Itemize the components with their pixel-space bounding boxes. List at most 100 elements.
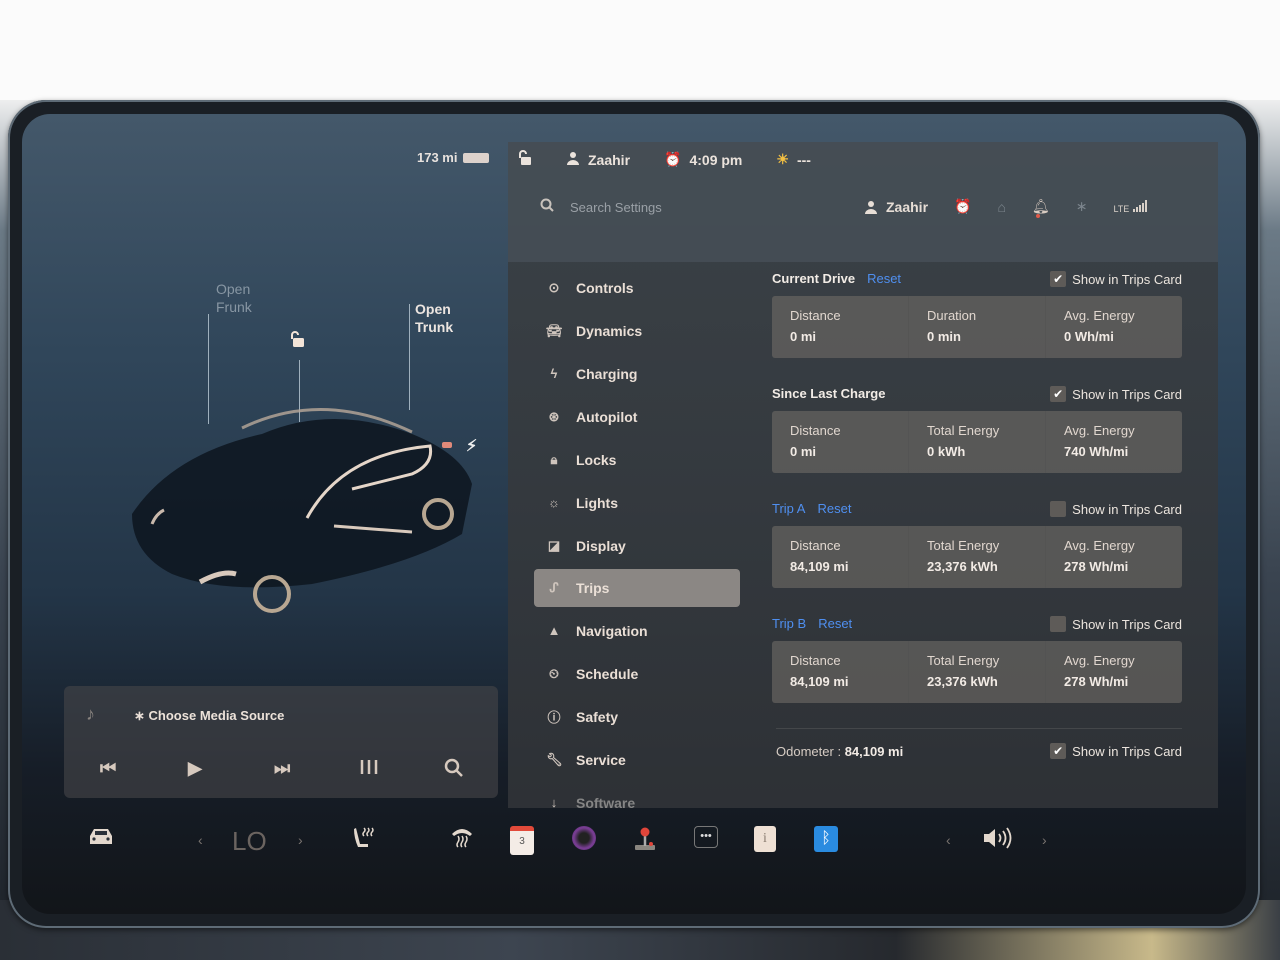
notification-bell-icon[interactable]: 🔔︎ [1032, 198, 1050, 218]
volume-decrease-arrow[interactable]: ‹ [946, 832, 951, 848]
defrost-icon [452, 829, 472, 848]
alarm-clock-icon[interactable]: ⏰ [954, 198, 971, 215]
menu-item-dynamics[interactable]: 🚘︎ Dynamics [534, 309, 740, 352]
profile-icon [865, 200, 877, 214]
frunk-label-line2: Frunk [216, 299, 252, 315]
charge-port-indicator [442, 442, 452, 448]
temp-increase-arrow[interactable]: › [298, 832, 303, 848]
odometer-value: 84,109 mi [844, 743, 904, 759]
reset-current-drive-button[interactable]: Reset [867, 271, 901, 286]
stat-distance: Distance 84,109 mi [772, 526, 908, 588]
climate-temperature[interactable]: LO [232, 826, 267, 857]
stats-card: Distance 0 mi Total Energy 0 kWh Avg. Ener… [772, 411, 1182, 473]
trips-content: Current Drive Reset ✔ Show in Trips Card D… [772, 266, 1182, 759]
open-frunk-button[interactable]: Open Frunk [216, 280, 252, 316]
menu-item-charging[interactable]: ϟ Charging [534, 352, 740, 395]
reset-trip-b-button[interactable]: Reset [818, 616, 852, 631]
calendar-icon: 3 [510, 826, 534, 855]
menu-item-safety[interactable]: ⓘ Safety [534, 695, 740, 738]
stat-value: 278 Wh/mi [1064, 559, 1129, 574]
stat-distance: Distance 0 mi [772, 411, 908, 473]
camera-app-button[interactable] [572, 826, 596, 850]
outside-temperature: --- [796, 151, 811, 168]
driver-profile-button[interactable]: Zaahir [864, 199, 928, 215]
arcade-app-button[interactable] [634, 826, 656, 858]
car-unlock-icon[interactable] [288, 330, 306, 348]
range-indicator: 173 mi [417, 150, 490, 165]
seat-heater-icon [354, 827, 374, 847]
bluetooth-app-button[interactable]: ᛒ [814, 826, 838, 852]
play-button[interactable]: ▶ [188, 758, 202, 779]
profile-name: Zaahir [886, 198, 929, 215]
menu-label: Locks [576, 451, 617, 468]
navigation-icon: ▲ [547, 623, 561, 638]
settings-header-icons: Zaahir ⏰ ⌂ 🔔︎ ∗ LTE [864, 198, 1148, 218]
search-icon [540, 198, 554, 216]
stats-card: Distance 0 mi Duration 0 min Avg. Energy 0 … [772, 296, 1182, 358]
calendar-app-button[interactable]: 3 [510, 826, 534, 855]
next-track-button[interactable]: ⏭ [274, 758, 290, 779]
menu-item-lights[interactable]: ☼ Lights [534, 481, 740, 524]
stat-distance: Distance 0 mi [772, 296, 908, 358]
show-in-trips-card-checkbox[interactable]: Show in Trips Card [1050, 501, 1182, 517]
profile-name[interactable]: Zaahir [588, 152, 630, 168]
bluetooth-icon[interactable]: ∗ [1076, 198, 1088, 215]
equalizer-button[interactable] [358, 758, 380, 781]
manual-info-icon: i [754, 826, 776, 852]
empty-checkbox [1050, 616, 1067, 632]
door-unlock-icon[interactable] [518, 150, 532, 169]
show-in-trips-card-checkbox[interactable]: ✔ Show in Trips Card [1050, 386, 1182, 402]
odometer-separator: : [837, 743, 842, 759]
trip-a-section: Trip A Reset Show in Trips Card Distance 8… [772, 496, 1182, 611]
rear-defrost-button[interactable] [450, 826, 474, 854]
trips-icon: ᔑ [549, 580, 559, 595]
menu-label: Schedule [576, 665, 639, 682]
charging-bolt-icon: ⚡︎ [466, 438, 478, 455]
more-apps-button[interactable]: ••• [694, 826, 718, 848]
stat-label: Distance [790, 423, 841, 438]
reset-trip-a-button[interactable]: Reset [817, 501, 851, 516]
menu-item-navigation[interactable]: ▲ Navigation [534, 609, 740, 652]
camera-icon [572, 826, 596, 850]
menu-item-controls[interactable]: ⊙ Controls [534, 266, 740, 309]
menu-label: Trips [576, 580, 610, 596]
settings-menu: ⊙ Controls 🚘︎ Dynamics ϟ Charging ⊛ Autopilo… [534, 266, 740, 824]
show-in-trips-card-checkbox[interactable]: ✔ Show in Trips Card [1050, 271, 1182, 287]
menu-item-schedule[interactable]: ⏲ Schedule [534, 652, 740, 695]
menu-item-display[interactable]: ◪ Display [534, 524, 740, 567]
display-icon: ◪ [547, 537, 561, 553]
stat-total-energy: Total Energy 23,376 kWh [908, 526, 1045, 588]
media-search-button[interactable] [444, 758, 464, 783]
menu-item-trips[interactable]: ᔑ Trips [534, 569, 740, 607]
frunk-label-line1: Open [216, 281, 251, 297]
profile-icon[interactable] [566, 151, 580, 168]
stat-avg-energy: Avg. Energy 0 Wh/mi [1045, 296, 1182, 358]
previous-track-button[interactable]: ⏮ [100, 758, 116, 779]
menu-item-locks[interactable]: 🔒︎ Locks [534, 438, 740, 481]
since-last-charge-section: Since Last Charge ✔ Show in Trips Card Di… [772, 381, 1182, 496]
stat-label: Distance [790, 308, 841, 323]
checkmark-icon: ✔ [1050, 271, 1067, 287]
checkbox-label: Show in Trips Card [1072, 616, 1182, 632]
choose-media-source-button[interactable]: ∗ Choose Media Source [134, 708, 284, 724]
open-trunk-button[interactable]: Open Trunk [415, 300, 453, 336]
bolt-icon: ϟ [550, 366, 558, 381]
menu-item-service[interactable]: 🔧︎ Service [534, 738, 740, 781]
volume-increase-arrow[interactable]: › [1042, 832, 1047, 848]
temp-decrease-arrow[interactable]: ‹ [198, 832, 203, 848]
menu-label: Safety [576, 708, 619, 725]
car-controls-button[interactable] [86, 826, 116, 854]
menu-item-autopilot[interactable]: ⊛ Autopilot [534, 395, 740, 438]
seat-heater-button[interactable] [352, 826, 376, 856]
garage-door-icon[interactable]: ⌂ [997, 199, 1005, 215]
light-icon: ☼ [548, 495, 560, 510]
stat-avg-energy: Avg. Energy 740 Wh/mi [1045, 411, 1182, 473]
search-settings-input[interactable] [568, 198, 772, 216]
show-in-trips-card-checkbox[interactable]: Show in Trips Card [1050, 616, 1182, 632]
owners-manual-button[interactable]: i [754, 826, 776, 852]
stat-avg-energy: Avg. Energy 278 Wh/mi [1045, 526, 1182, 588]
volume-button[interactable] [982, 826, 1012, 856]
show-in-trips-card-checkbox[interactable]: ✔ Show in Trips Card [1050, 743, 1182, 759]
section-title: Trip A [772, 501, 806, 516]
stat-value: 740 Wh/mi [1064, 444, 1129, 459]
